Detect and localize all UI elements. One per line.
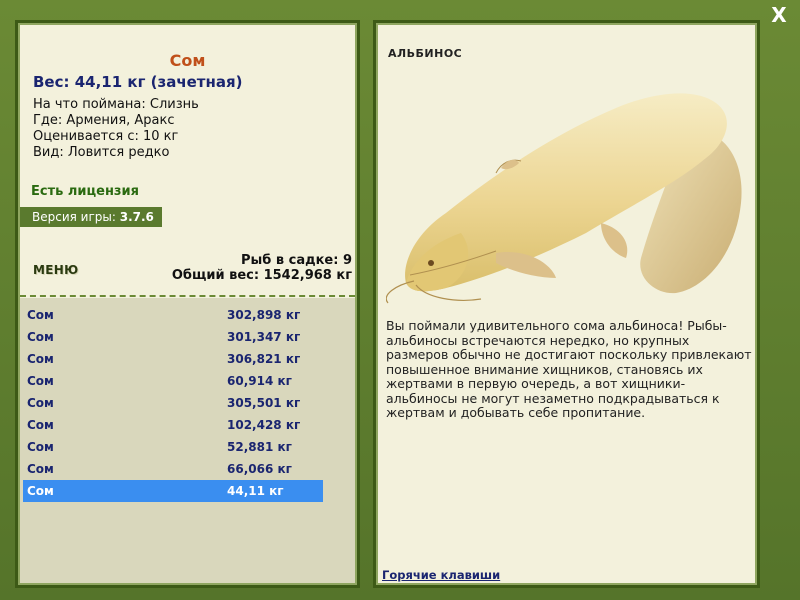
catch-row[interactable]: Сом 44,11 кг — [23, 480, 323, 502]
rated-from: Оценивается с: 10 кг — [33, 129, 179, 144]
version-label: Версия игры: — [32, 210, 116, 224]
fish-weight: Вес: 44,11 кг (зачетная) — [33, 73, 243, 91]
catch-list-area: Сом 302,898 кг Сом 301,347 кг Сом 306,821 кг С… — [20, 298, 355, 583]
catch-weight: 301,347 кг — [227, 330, 301, 344]
fish-detail-panel: АЛЬБИНОС Вы поймали удивительного сома а… — [373, 20, 760, 588]
game-window: X Сом Вес: 44,11 кг (зачетная) На что по… — [0, 0, 800, 600]
catch-row[interactable]: Сом 60,914 кг — [23, 370, 323, 392]
version-value: 3.7.6 — [119, 210, 154, 224]
catch-row[interactable]: Сом 302,898 кг — [23, 304, 323, 326]
cage-total-weight: Общий вес: 1542,968 кг — [171, 268, 352, 283]
catch-weight: 305,501 кг — [227, 396, 301, 410]
location: Где: Армения, Аракс — [33, 113, 175, 128]
catch-weight: 52,881 кг — [227, 440, 292, 454]
catch-name: Сом — [27, 484, 54, 498]
catch-row[interactable]: Сом 301,347 кг — [23, 326, 323, 348]
fish-description: Вы поймали удивительного сома альбиноса!… — [386, 318, 752, 420]
catch-row[interactable]: Сом 66,066 кг — [23, 458, 323, 480]
catch-row[interactable]: Сом 305,501 кг — [23, 392, 323, 414]
catch-name: Сом — [27, 396, 54, 410]
license-status: Есть лицензия — [31, 184, 139, 199]
catch-weight: 306,821 кг — [227, 352, 301, 366]
catch-name: Сом — [27, 462, 54, 476]
catch-name: Сом — [27, 352, 54, 366]
catch-name: Сом — [27, 440, 54, 454]
cage-stats: Рыб в садке: 9 Общий вес: 1542,968 кг — [172, 253, 352, 283]
catch-weight: 66,066 кг — [227, 462, 292, 476]
cage-count: Рыб в садке: 9 — [240, 253, 352, 268]
fish-kind: Вид: Ловится редко — [33, 145, 170, 160]
caught-on: На что поймана: Слизнь — [33, 97, 199, 112]
catch-row[interactable]: Сом 52,881 кг — [23, 436, 323, 458]
catch-row[interactable]: Сом 102,428 кг — [23, 414, 323, 436]
catch-weight: 302,898 кг — [227, 308, 301, 322]
catch-name: Сом — [27, 374, 54, 388]
catch-weight: 60,914 кг — [227, 374, 292, 388]
menu-button[interactable]: МЕНЮ — [33, 263, 78, 277]
fish-details: На что поймана: Слизнь Где: Армения, Ара… — [33, 97, 199, 161]
catch-list: Сом 302,898 кг Сом 301,347 кг Сом 306,821 кг С… — [23, 304, 323, 502]
catch-name: Сом — [27, 308, 54, 322]
close-icon[interactable]: X — [768, 4, 790, 26]
catch-row[interactable]: Сом 306,821 кг — [23, 348, 323, 370]
version-bar: Версия игры: 3.7.6 — [20, 207, 162, 227]
catch-name: Сом — [27, 330, 54, 344]
fish-info-panel: Сом Вес: 44,11 кг (зачетная) На что пойм… — [15, 20, 360, 588]
catfish-albino-image — [386, 93, 742, 304]
catch-weight: 102,428 кг — [227, 418, 301, 432]
catch-name: Сом — [27, 418, 54, 432]
catch-weight: 44,11 кг — [227, 484, 284, 498]
albino-title: АЛЬБИНОС — [388, 47, 463, 60]
divider — [20, 295, 355, 297]
fish-title: Сом — [169, 51, 206, 70]
hotkeys-link[interactable]: Горячие клавиши — [382, 568, 500, 582]
